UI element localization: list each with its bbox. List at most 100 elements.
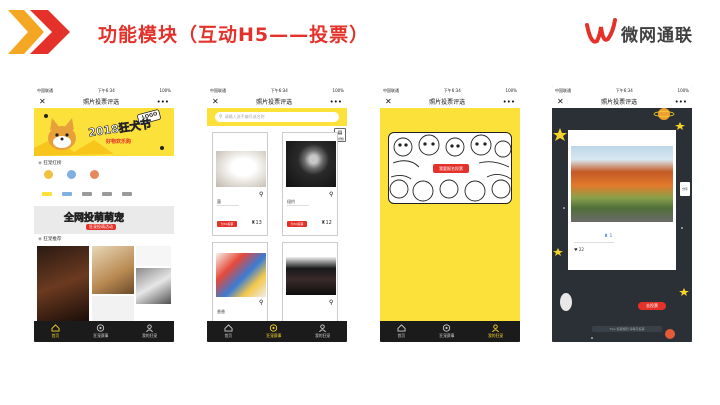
entry-card[interactable]: ⚲ 菌 为TA投票 ♜13 xyxy=(212,132,268,236)
user-icon xyxy=(146,324,154,332)
more-dots-icon[interactable]: ••• xyxy=(503,98,515,106)
time-label: 下午6:34 xyxy=(270,87,288,93)
entry-photo xyxy=(286,141,336,187)
status-bar: 中国联通 下午6:34 100% xyxy=(380,86,520,95)
avatar[interactable] xyxy=(90,170,99,179)
more-dots-icon[interactable]: ••• xyxy=(157,98,169,106)
home-icon xyxy=(397,324,406,332)
status-bar: 中国联通 下午6:34 100% xyxy=(34,86,174,95)
entry-card[interactable]: ⚲ 香香 xyxy=(212,242,268,322)
target-icon xyxy=(97,324,105,332)
phone-screen-gallery: 中国联通 下午6:34 100% ✕ 照片投票评选 ••• ⚲ 请输入选手编号或… xyxy=(207,86,347,342)
slide: 功能模块（互动H5——投票） 微网通联 中国联通 下午6:34 100% ✕ 照… xyxy=(0,0,720,405)
carrier-label: 中国联通 xyxy=(383,87,399,93)
avatar[interactable] xyxy=(67,170,76,179)
side-share-button[interactable]: 分享 xyxy=(680,182,690,196)
user-icon xyxy=(492,324,500,332)
battery-label: 100% xyxy=(505,88,517,93)
zoom-icon[interactable]: ⚲ xyxy=(259,191,263,198)
nav-bar: ✕ 照片投票评选 ••• xyxy=(34,95,174,108)
more-dots-icon[interactable]: ••• xyxy=(330,98,342,106)
tab-mine[interactable]: 我的狂宠 xyxy=(142,324,157,339)
tab-home[interactable]: 首页 xyxy=(224,324,233,339)
footer-note: Tips 投票规则 请每天投票 xyxy=(592,326,662,332)
phone-screen-signup: 中国联通 下午6:34 100% ✕ 照片投票评选 ••• 我要报名投票 首页 … xyxy=(380,86,520,342)
tab-bar: 首页 狂宠赛事 我的狂宠 xyxy=(34,321,174,342)
tab-mine[interactable]: 我的狂宠 xyxy=(488,324,503,339)
hot-avatars xyxy=(44,170,99,179)
nav-bar: ✕ 照片投票评选 ••• xyxy=(380,95,520,108)
photo-frame: ♜ 1 ♥ 22 xyxy=(568,130,676,270)
section-new-label: ◉ 狂宠推荐 xyxy=(38,237,62,242)
entry-photo[interactable] xyxy=(571,146,673,222)
zoom-icon[interactable]: ⚲ xyxy=(329,191,333,198)
tag-chip[interactable] xyxy=(102,192,112,196)
tab-events[interactable]: 狂宠赛事 xyxy=(439,324,454,339)
tab-bar: 首页 狂宠赛事 我的狂宠 xyxy=(207,321,347,342)
trophy-icon: ♜ xyxy=(604,234,609,239)
signup-button[interactable]: 我要报名投票 xyxy=(433,164,469,173)
vote-button[interactable]: 为TA投票 xyxy=(217,221,237,227)
tab-events[interactable]: 狂宠赛事 xyxy=(93,324,108,339)
tab-mine[interactable]: 我的狂宠 xyxy=(315,324,330,339)
banner[interactable]: LOGO 2018狂犬节 好物欢乐购 xyxy=(34,108,174,156)
photo-tile[interactable] xyxy=(92,246,134,294)
tab-home[interactable]: 首页 xyxy=(51,324,60,339)
tab-home[interactable]: 首页 xyxy=(397,324,406,339)
home-icon xyxy=(51,324,60,332)
company-logo: 微网通联 xyxy=(584,12,714,52)
entry-meta xyxy=(287,205,309,213)
close-icon[interactable]: ✕ xyxy=(39,97,46,106)
photo-tile[interactable] xyxy=(136,268,171,304)
promo-banner[interactable]: 全网投萌萌宠 狂宠投萌活动 xyxy=(34,206,174,234)
photo-tile[interactable] xyxy=(136,246,171,266)
chevron-arrows-icon xyxy=(8,10,70,54)
entry-card[interactable]: ⚲ xyxy=(282,242,338,322)
tag-chip[interactable] xyxy=(122,192,132,196)
search-input[interactable]: ⚲ 请输入选手编号或名称 xyxy=(215,112,339,122)
target-icon xyxy=(270,324,278,332)
vote-button[interactable]: 去投票 xyxy=(638,302,666,310)
time-label: 下午6:34 xyxy=(615,87,633,93)
tab-bar: 首页 狂宠赛事 我的狂宠 xyxy=(380,321,520,342)
close-icon[interactable]: ✕ xyxy=(385,97,392,106)
target-icon xyxy=(443,324,451,332)
close-icon[interactable]: ✕ xyxy=(557,97,564,106)
promo-title: 全网投萌萌宠 xyxy=(64,213,125,225)
logo-text: 微网通联 xyxy=(621,26,693,46)
entry-card[interactable]: ⚲ 纽约 为TA投票 ♜12 xyxy=(282,132,338,236)
vote-count: ♜12 xyxy=(321,220,332,226)
logo-mark-icon xyxy=(585,18,617,44)
tag-chip[interactable] xyxy=(42,192,52,196)
home-icon xyxy=(224,324,233,332)
zoom-icon[interactable]: ⚲ xyxy=(259,299,263,306)
entry-meta xyxy=(217,205,239,213)
phone-screen-home: 中国联通 下午6:34 100% ✕ 照片投票评选 ••• LOGO 2018狂… xyxy=(34,86,174,342)
nav-bar: ✕ 照片投票评选 ••• xyxy=(552,95,692,108)
page-title: 照片投票评选 xyxy=(429,99,466,106)
user-icon xyxy=(319,324,327,332)
status-bar: 中国联通 下午6:34 100% xyxy=(552,86,692,95)
carrier-label: 中国联通 xyxy=(210,87,226,93)
more-dots-icon[interactable]: ••• xyxy=(675,98,687,106)
close-icon[interactable]: ✕ xyxy=(212,97,219,106)
entry-name: 香香 xyxy=(217,309,225,314)
photo-tile[interactable] xyxy=(37,246,89,321)
search-bar: ⚲ 请输入选手编号或名称 xyxy=(207,108,347,126)
zoom-icon[interactable]: ⚲ xyxy=(329,299,333,306)
entry-photo xyxy=(286,257,336,295)
photo-tile[interactable] xyxy=(92,296,134,321)
tag-chip[interactable] xyxy=(82,192,92,196)
doodle-card: 我要报名投票 xyxy=(388,132,512,204)
tab-events[interactable]: 狂宠赛事 xyxy=(266,324,281,339)
rank-badge: ♜ 1 xyxy=(604,234,613,239)
vote-button[interactable]: 为TA投票 xyxy=(287,221,307,227)
vote-stats: ♥ 22 xyxy=(574,242,614,264)
tag-chip[interactable] xyxy=(62,192,72,196)
time-label: 下午6:34 xyxy=(443,87,461,93)
photo-grid xyxy=(37,246,171,321)
avatar[interactable] xyxy=(44,170,53,179)
status-bar: 中国联通 下午6:34 100% xyxy=(207,86,347,95)
battery-label: 100% xyxy=(159,88,171,93)
banner-subtitle: 好物欢乐购 xyxy=(106,139,132,145)
